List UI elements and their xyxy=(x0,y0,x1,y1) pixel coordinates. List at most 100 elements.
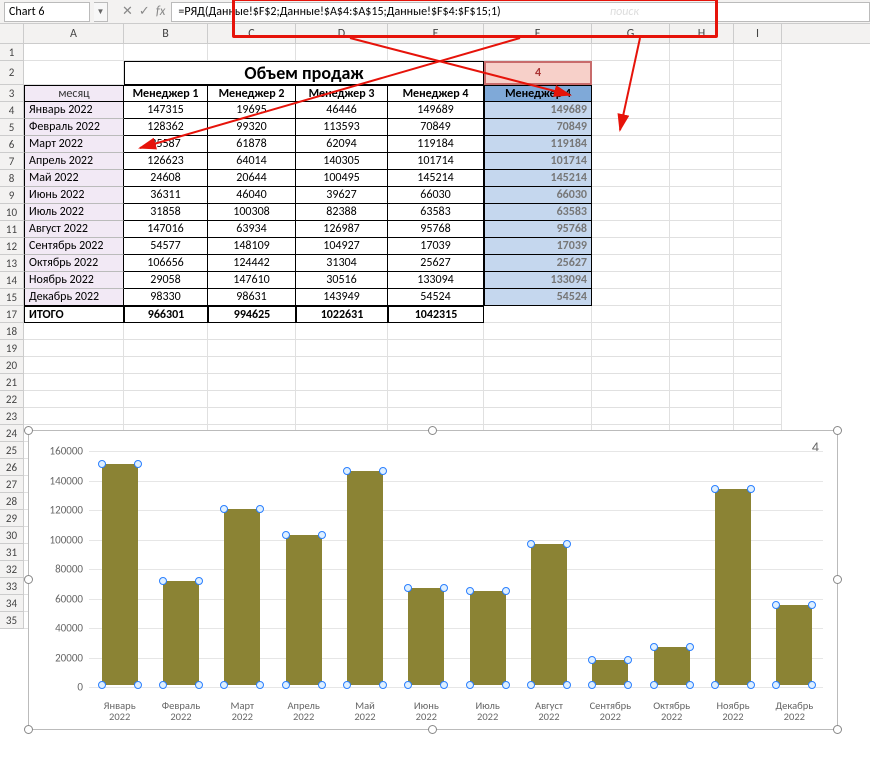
empty-cell[interactable] xyxy=(734,289,782,306)
empty-cell[interactable] xyxy=(734,44,782,61)
data-cell[interactable]: 30516 xyxy=(296,272,388,289)
empty-cell[interactable] xyxy=(670,61,734,85)
col-header-I[interactable]: I xyxy=(734,24,782,43)
data-cell[interactable]: 31858 xyxy=(124,204,208,221)
row-header[interactable]: 18 xyxy=(0,323,24,340)
data-cell[interactable]: 126987 xyxy=(296,221,388,238)
empty-cell[interactable] xyxy=(208,357,296,374)
helper-data-cell[interactable]: 63583 xyxy=(484,204,592,221)
data-cell[interactable]: 61878 xyxy=(208,136,296,153)
row-header[interactable]: 12 xyxy=(0,238,24,255)
empty-cell[interactable] xyxy=(592,136,670,153)
empty-cell[interactable] xyxy=(670,306,734,323)
empty-cell[interactable] xyxy=(734,221,782,238)
empty-cell[interactable] xyxy=(592,289,670,306)
empty-cell[interactable] xyxy=(24,340,124,357)
empty-cell[interactable] xyxy=(734,255,782,272)
empty-cell[interactable] xyxy=(592,357,670,374)
empty-cell[interactable] xyxy=(592,204,670,221)
row-header[interactable]: 1 xyxy=(0,44,24,61)
data-cell[interactable]: 100308 xyxy=(208,204,296,221)
empty-cell[interactable] xyxy=(124,340,208,357)
chart-handle[interactable] xyxy=(833,575,842,584)
empty-cell[interactable] xyxy=(592,374,670,391)
empty-cell[interactable] xyxy=(24,357,124,374)
empty-cell[interactable] xyxy=(670,153,734,170)
row-header[interactable]: 10 xyxy=(0,204,24,221)
empty-cell[interactable] xyxy=(734,85,782,102)
data-cell[interactable]: 100495 xyxy=(296,170,388,187)
empty-cell[interactable] xyxy=(592,153,670,170)
row-header[interactable]: 21 xyxy=(0,374,24,391)
empty-cell[interactable] xyxy=(484,44,592,61)
row-header[interactable]: 17 xyxy=(0,306,24,323)
month-cell[interactable]: Май 2022 xyxy=(24,170,124,187)
data-cell[interactable]: 148109 xyxy=(208,238,296,255)
empty-cell[interactable] xyxy=(24,61,124,85)
empty-cell[interactable] xyxy=(388,408,484,425)
empty-cell[interactable] xyxy=(734,204,782,221)
empty-cell[interactable] xyxy=(592,391,670,408)
empty-cell[interactable] xyxy=(734,323,782,340)
month-cell[interactable]: Январь 2022 xyxy=(24,102,124,119)
data-cell[interactable]: 106656 xyxy=(124,255,208,272)
col-header-C[interactable]: C xyxy=(208,24,296,43)
chart-handle[interactable] xyxy=(24,575,33,584)
chart-handle[interactable] xyxy=(833,725,842,734)
data-cell[interactable]: 104927 xyxy=(296,238,388,255)
row-header[interactable]: 15 xyxy=(0,289,24,306)
chart-bar[interactable] xyxy=(224,509,260,685)
data-cell[interactable]: 17039 xyxy=(388,238,484,255)
row-header[interactable]: 24 xyxy=(0,425,24,442)
data-cell[interactable]: 24608 xyxy=(124,170,208,187)
empty-cell[interactable] xyxy=(208,44,296,61)
empty-cell[interactable] xyxy=(124,44,208,61)
accept-icon[interactable]: ✓ xyxy=(139,4,150,19)
data-cell[interactable]: 36311 xyxy=(124,187,208,204)
empty-cell[interactable] xyxy=(592,61,670,85)
empty-cell[interactable] xyxy=(734,153,782,170)
empty-cell[interactable] xyxy=(670,289,734,306)
row-header[interactable]: 8 xyxy=(0,170,24,187)
empty-cell[interactable] xyxy=(592,102,670,119)
chart-bar[interactable] xyxy=(408,588,444,685)
empty-cell[interactable] xyxy=(388,391,484,408)
data-cell[interactable]: 95768 xyxy=(388,221,484,238)
helper-data-cell[interactable]: 133094 xyxy=(484,272,592,289)
chart-bar[interactable] xyxy=(163,581,199,686)
chart-handle[interactable] xyxy=(428,426,437,435)
empty-cell[interactable] xyxy=(734,170,782,187)
row-header[interactable]: 4 xyxy=(0,102,24,119)
empty-cell[interactable] xyxy=(592,306,670,323)
empty-cell[interactable] xyxy=(592,340,670,357)
empty-cell[interactable] xyxy=(592,119,670,136)
data-cell[interactable]: 119184 xyxy=(388,136,484,153)
empty-cell[interactable] xyxy=(592,44,670,61)
data-cell[interactable]: 113593 xyxy=(296,119,388,136)
chart-bar[interactable] xyxy=(470,591,506,685)
empty-cell[interactable] xyxy=(24,408,124,425)
empty-cell[interactable] xyxy=(296,44,388,61)
chart-bar[interactable] xyxy=(286,535,322,685)
data-cell[interactable]: 54577 xyxy=(124,238,208,255)
empty-cell[interactable] xyxy=(670,357,734,374)
empty-cell[interactable] xyxy=(592,221,670,238)
empty-cell[interactable] xyxy=(592,170,670,187)
empty-cell[interactable] xyxy=(484,374,592,391)
month-cell[interactable]: Июль 2022 xyxy=(24,204,124,221)
row-header[interactable]: 32 xyxy=(0,561,24,578)
empty-cell[interactable] xyxy=(734,136,782,153)
data-cell[interactable]: 19695 xyxy=(208,102,296,119)
row-header[interactable]: 11 xyxy=(0,221,24,238)
month-cell[interactable]: Ноябрь 2022 xyxy=(24,272,124,289)
row-header[interactable]: 27 xyxy=(0,476,24,493)
helper-data-cell[interactable]: 149689 xyxy=(484,102,592,119)
empty-cell[interactable] xyxy=(734,102,782,119)
data-cell[interactable]: 147016 xyxy=(124,221,208,238)
empty-cell[interactable] xyxy=(484,323,592,340)
cancel-icon[interactable]: ✕ xyxy=(122,4,133,19)
helper-data-cell[interactable]: 101714 xyxy=(484,153,592,170)
empty-cell[interactable] xyxy=(208,340,296,357)
empty-cell[interactable] xyxy=(484,391,592,408)
name-box-dropdown[interactable]: ▼ xyxy=(94,2,108,22)
